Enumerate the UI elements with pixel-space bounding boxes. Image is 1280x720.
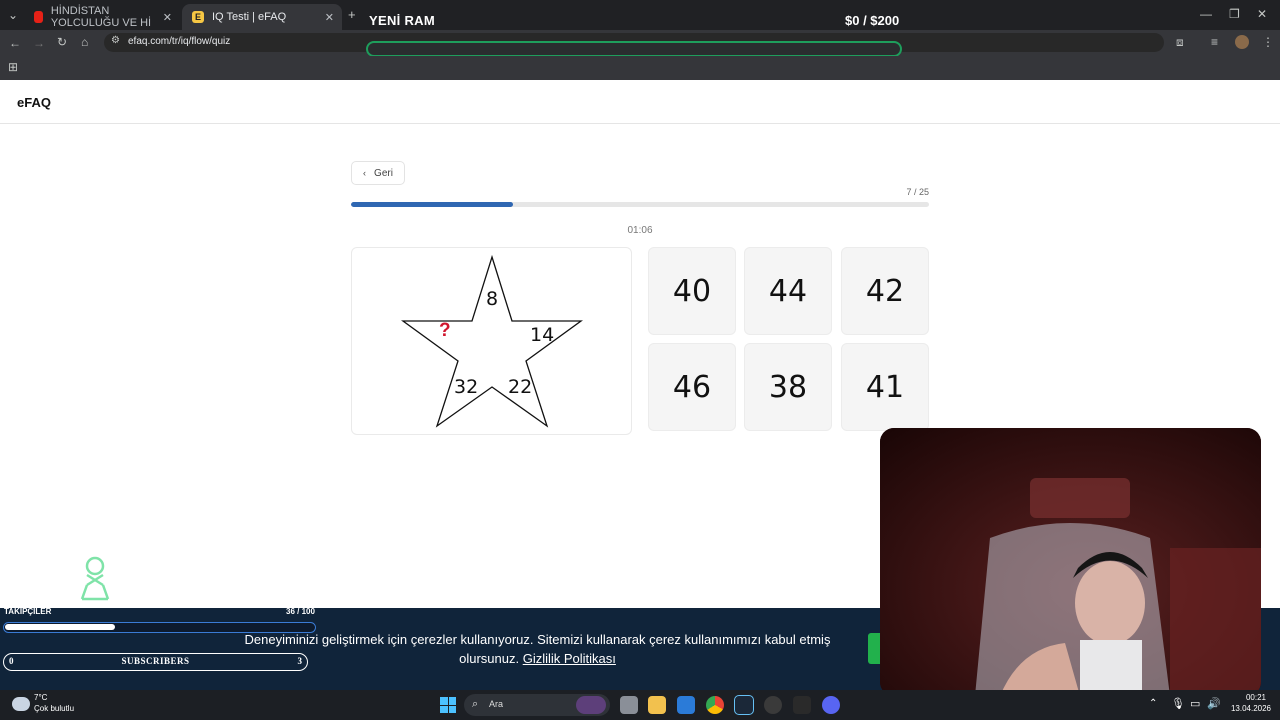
network-icon[interactable]: ▭ (1190, 697, 1200, 710)
microphone-icon[interactable]: 🎙 (1171, 697, 1185, 710)
webcam-feed-image (880, 428, 1261, 696)
tab-iq-test[interactable]: E IQ Testi | eFAQ ✕ (182, 4, 342, 30)
media-controls-icon[interactable]: ≡ (1211, 36, 1218, 48)
app-icon[interactable] (764, 696, 782, 714)
answer-option[interactable]: 38 (744, 343, 832, 431)
close-icon[interactable]: ✕ (325, 11, 334, 24)
overlay-goal-progress-bar (366, 41, 902, 57)
quiz-timer: 01:06 (627, 225, 653, 236)
search-placeholder: Ara (489, 699, 504, 709)
back-arrow-icon[interactable]: ← (9, 37, 21, 49)
puzzle-number-bottom-right: 22 (508, 376, 533, 398)
restore-icon[interactable]: ❐ (1229, 8, 1240, 20)
new-tab-icon[interactable]: + (348, 8, 356, 21)
windows-taskbar: 7°C Çok bulutlu ⌕ Ara ⌃ 🎙 ▭ 🔊 00:21 13.0… (0, 690, 1280, 720)
clock-date[interactable]: 13.04.2026 (1226, 704, 1276, 713)
privacy-policy-link[interactable]: Gizlilik Politikası (523, 651, 616, 666)
puzzle-card: 8 14 ? 32 22 (351, 247, 632, 435)
weather-cloud-icon[interactable] (12, 697, 30, 711)
followers-progress-bar (3, 622, 316, 633)
answer-option[interactable]: 46 (648, 343, 736, 431)
tab-search-chevron-icon[interactable]: ⌄ (8, 9, 18, 21)
chevron-left-icon: ‹ (363, 168, 367, 178)
menu-kebab-icon[interactable]: ⋮ (1262, 36, 1274, 48)
volume-icon[interactable]: 🔊 (1207, 697, 1221, 710)
close-icon[interactable]: ✕ (163, 11, 172, 24)
file-explorer-icon[interactable] (648, 696, 666, 714)
youtube-icon (34, 11, 43, 23)
taskbar-search[interactable]: ⌕ Ara (464, 694, 610, 716)
outlook-icon[interactable] (677, 696, 695, 714)
forward-arrow-icon[interactable]: → (33, 37, 45, 49)
puzzle-number-bottom-left: 32 (454, 376, 479, 398)
browser-tab-bar: ⌄ HİNDİSTAN YOLCULUĞU VE Hİ ✕ E IQ Testi… (0, 0, 1280, 30)
subscribers-target: 3 (297, 656, 303, 666)
steam-icon[interactable] (734, 695, 754, 715)
followers-label: TAKİPÇİLER (4, 607, 52, 616)
bookmarks-bar: ⊞ (0, 56, 1280, 80)
followers-progress-fill (5, 624, 115, 630)
tab-youtube[interactable]: HİNDİSTAN YOLCULUĞU VE Hİ ✕ (24, 4, 180, 30)
back-button[interactable]: ‹ Geri (351, 161, 405, 185)
epic-games-icon[interactable] (793, 696, 811, 714)
extensions-icon[interactable]: ⧈ (1176, 36, 1184, 48)
search-icon: ⌕ (472, 698, 479, 710)
site-info-icon[interactable]: ⚙ (111, 36, 120, 46)
question-counter: 7 / 25 (906, 187, 929, 197)
answer-option[interactable]: 40 (648, 247, 736, 335)
puzzle-number-top: 8 (486, 288, 499, 310)
overlay-goal-title: YENİ RAM (369, 13, 435, 28)
profile-avatar[interactable] (1235, 35, 1249, 49)
webcam-overlay (880, 428, 1261, 696)
task-view-icon[interactable] (620, 696, 638, 714)
tray-overflow-icon[interactable]: ⌃ (1149, 698, 1157, 709)
cookie-message: Deneyiminizi geliştirmek için çerezler k… (215, 630, 860, 668)
subscribers-label: SUBSCRIBERS (121, 656, 190, 666)
window-close-icon[interactable]: ✕ (1257, 8, 1267, 20)
quiz-progress-bar (351, 202, 929, 207)
followers-count: 36 / 100 (286, 607, 315, 616)
discord-icon[interactable] (822, 696, 840, 714)
apps-grid-icon[interactable]: ⊞ (8, 61, 18, 73)
minimize-icon[interactable]: — (1200, 8, 1212, 20)
overlay-goal-amount: $0 / $200 (845, 13, 900, 28)
star-shape (401, 254, 583, 428)
answer-option[interactable]: 41 (841, 343, 929, 431)
stream-mascot-icon (80, 556, 110, 601)
url-text: efaq.com/tr/iq/flow/quiz (128, 36, 231, 47)
site-logo[interactable]: eFAQ (17, 95, 51, 110)
weather-temperature[interactable]: 7°C (34, 693, 47, 702)
clock-time[interactable]: 00:21 (1236, 693, 1276, 702)
subscribers-goal: 0 SUBSCRIBERS 3 (3, 653, 308, 671)
weather-description[interactable]: Çok bulutlu (34, 704, 74, 713)
puzzle-unknown-mark: ? (439, 320, 451, 341)
reload-icon[interactable]: ↻ (57, 36, 67, 48)
quiz-progress-fill (351, 202, 513, 207)
tab-label: IQ Testi | eFAQ (212, 11, 287, 23)
answer-option[interactable]: 44 (744, 247, 832, 335)
chrome-icon[interactable] (706, 696, 724, 714)
site-header: eFAQ (0, 80, 1280, 124)
search-highlight-image (576, 696, 606, 714)
windows-start-icon[interactable] (440, 697, 456, 713)
tab-label: HİNDİSTAN YOLCULUĞU VE Hİ (50, 5, 152, 29)
efaq-favicon-icon: E (192, 11, 204, 23)
back-button-label: Geri (374, 167, 393, 179)
puzzle-number-right: 14 (530, 324, 555, 346)
answer-option[interactable]: 42 (841, 247, 929, 335)
home-icon[interactable]: ⌂ (81, 36, 88, 48)
